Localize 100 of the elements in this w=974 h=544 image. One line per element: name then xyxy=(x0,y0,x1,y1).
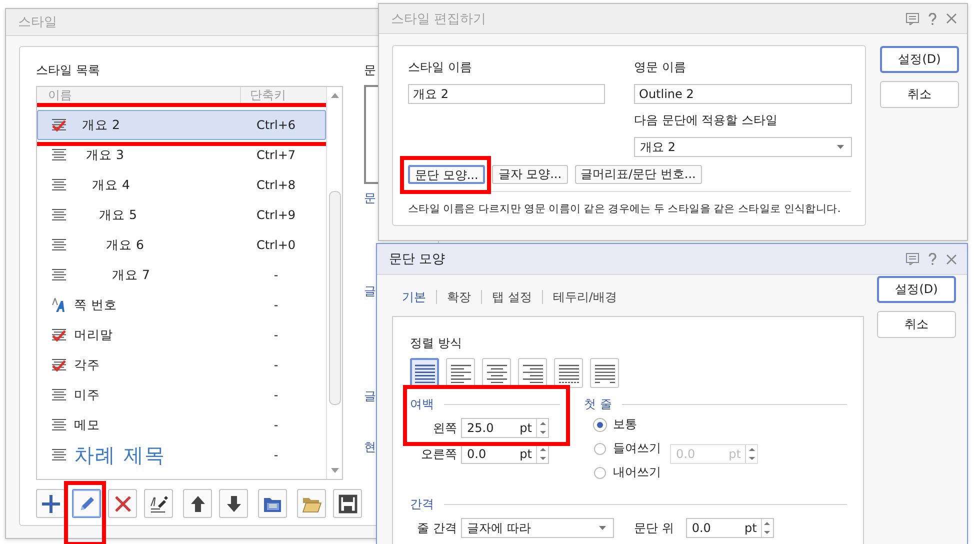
alignment-button[interactable] xyxy=(446,358,475,388)
radio-button[interactable]: 들여쓰기 xyxy=(594,439,664,458)
format-button[interactable]: 문단 모양... xyxy=(408,165,486,184)
tab[interactable]: 탭 설정 xyxy=(482,276,542,318)
divide-icon xyxy=(594,363,616,383)
text-field[interactable]: Outline 2 xyxy=(634,84,852,104)
shortcut-text: - xyxy=(272,448,280,462)
text-field[interactable]: 개요 2 xyxy=(408,84,605,104)
arrow-down-button[interactable] xyxy=(219,489,248,518)
alignment-button[interactable] xyxy=(554,358,583,388)
section-label: 간격 xyxy=(410,496,434,512)
delete-button[interactable] xyxy=(108,489,137,518)
number-field[interactable]: 25.0 pt xyxy=(461,418,549,438)
style-name: 개요 7 xyxy=(112,266,151,284)
list-item[interactable]: 메모 - xyxy=(37,410,326,440)
style-name: 차례 제목 xyxy=(74,442,166,468)
list-item[interactable]: 미주 - xyxy=(37,380,326,410)
tab[interactable]: 테두리/배경 xyxy=(542,276,627,318)
list-item[interactable]: 개요 6 Ctrl+0 xyxy=(37,230,326,260)
dropdown[interactable]: 글자에 따라 xyxy=(461,518,614,538)
style-name: 머리말 xyxy=(74,326,114,344)
field-label: 영문 이름 xyxy=(634,59,687,75)
shortcut-text: Ctrl+8 xyxy=(255,178,297,192)
field-label: 왼쪽 xyxy=(432,420,457,436)
save-icon xyxy=(338,494,358,514)
list-item[interactable]: 각주 - xyxy=(37,350,326,380)
dropdown[interactable]: 개요 2 xyxy=(634,137,852,157)
list-item[interactable]: 개요 2 Ctrl+6 xyxy=(37,110,326,140)
number-field[interactable]: 0.0 pt xyxy=(686,518,774,538)
eyedropper-icon xyxy=(148,494,168,514)
list-item[interactable]: 쪽 번호 - xyxy=(37,290,326,320)
list-item[interactable]: 개요 3 Ctrl+7 xyxy=(37,140,326,170)
spin-arrows[interactable] xyxy=(536,445,548,463)
pencil-button[interactable] xyxy=(72,489,101,518)
style-name: 개요 5 xyxy=(99,206,138,224)
window-title: 스타일 편집하기 xyxy=(391,10,486,28)
style-name: 각주 xyxy=(74,356,101,374)
cancel-button[interactable]: 취소 xyxy=(880,81,959,108)
column-header: 이름 xyxy=(37,87,241,104)
format-button[interactable]: 글머리표/문단 번호... xyxy=(574,165,702,184)
comment-icon xyxy=(906,12,919,24)
arrow-up-button[interactable] xyxy=(183,489,212,518)
section-label: 스타일 목록 xyxy=(36,62,101,78)
list-item[interactable]: 차례 제목 - xyxy=(37,440,326,470)
section-label: 문 xyxy=(364,62,376,78)
add-button[interactable] xyxy=(36,489,65,518)
list-item[interactable]: 개요 5 Ctrl+9 xyxy=(37,200,326,230)
folder-button[interactable] xyxy=(258,489,287,518)
caret-icon xyxy=(837,145,844,149)
open-folder-button[interactable] xyxy=(297,489,326,518)
shortcut-text: - xyxy=(272,358,280,372)
list-item[interactable]: 개요 4 Ctrl+8 xyxy=(37,170,326,200)
add-icon xyxy=(40,494,60,514)
section-label: 여백 xyxy=(410,396,434,412)
section-label: 현 xyxy=(364,439,376,455)
field-label: 줄 간격 xyxy=(416,520,457,536)
shortcut-text: Ctrl+6 xyxy=(255,118,297,132)
window-title: 문단 모양 xyxy=(389,251,446,268)
format-button[interactable]: 글자 모양... xyxy=(492,165,568,184)
alignment-button[interactable] xyxy=(590,358,619,388)
justify-icon xyxy=(414,363,436,383)
section-label: 문 xyxy=(364,190,376,206)
style-name: 개요 2 xyxy=(82,116,121,134)
shortcut-text: Ctrl+9 xyxy=(255,208,297,222)
eyedropper-button[interactable] xyxy=(144,489,173,518)
radio-button[interactable]: 내어쓰기 xyxy=(594,463,664,482)
distribute-icon xyxy=(558,363,580,383)
shortcut-text: - xyxy=(272,268,280,282)
note-text: 스타일 이름은 다르지만 영문 이름이 같은 경우에는 두 스타일을 같은 스타일로 인식합니다. xyxy=(408,202,840,217)
alignment-button[interactable] xyxy=(410,358,439,388)
field-label: 스타일 이름 xyxy=(408,59,473,75)
close-icon xyxy=(946,254,957,264)
ok-button[interactable]: 설정(D) xyxy=(877,276,956,303)
radio-button[interactable]: 보통 xyxy=(594,415,664,434)
field-label: 다음 문단에 적용할 스타일 xyxy=(634,112,778,128)
spin-arrows[interactable] xyxy=(536,419,548,437)
number-field[interactable]: 0.0 pt xyxy=(461,444,549,464)
alignment-button[interactable] xyxy=(482,358,511,388)
cancel-button[interactable]: 취소 xyxy=(877,311,956,338)
alignment-button[interactable] xyxy=(518,358,547,388)
delete-icon xyxy=(112,494,132,514)
help-icon xyxy=(928,12,937,24)
shortcut-text: - xyxy=(272,328,280,342)
save-button[interactable] xyxy=(333,489,362,518)
align-center-icon xyxy=(486,363,508,383)
style-name: 개요 4 xyxy=(92,176,131,194)
list-item[interactable]: 개요 7 - xyxy=(37,260,326,290)
shortcut-text: - xyxy=(272,298,280,312)
align-right-icon xyxy=(522,363,544,383)
field-label: 오른쪽 xyxy=(420,446,457,462)
shortcut-text: - xyxy=(272,388,280,402)
tab[interactable]: 확장 xyxy=(437,276,481,318)
comment-icon xyxy=(906,253,919,265)
ok-button[interactable]: 설정(D) xyxy=(880,46,959,73)
shortcut-text: Ctrl+7 xyxy=(255,148,297,162)
style-name: 미주 xyxy=(74,386,101,404)
list-item[interactable]: 머리말 - xyxy=(37,320,326,350)
section-label: 첫 줄 xyxy=(584,396,612,412)
field-label: 문단 위 xyxy=(634,520,674,536)
scrollbar[interactable] xyxy=(326,87,342,479)
